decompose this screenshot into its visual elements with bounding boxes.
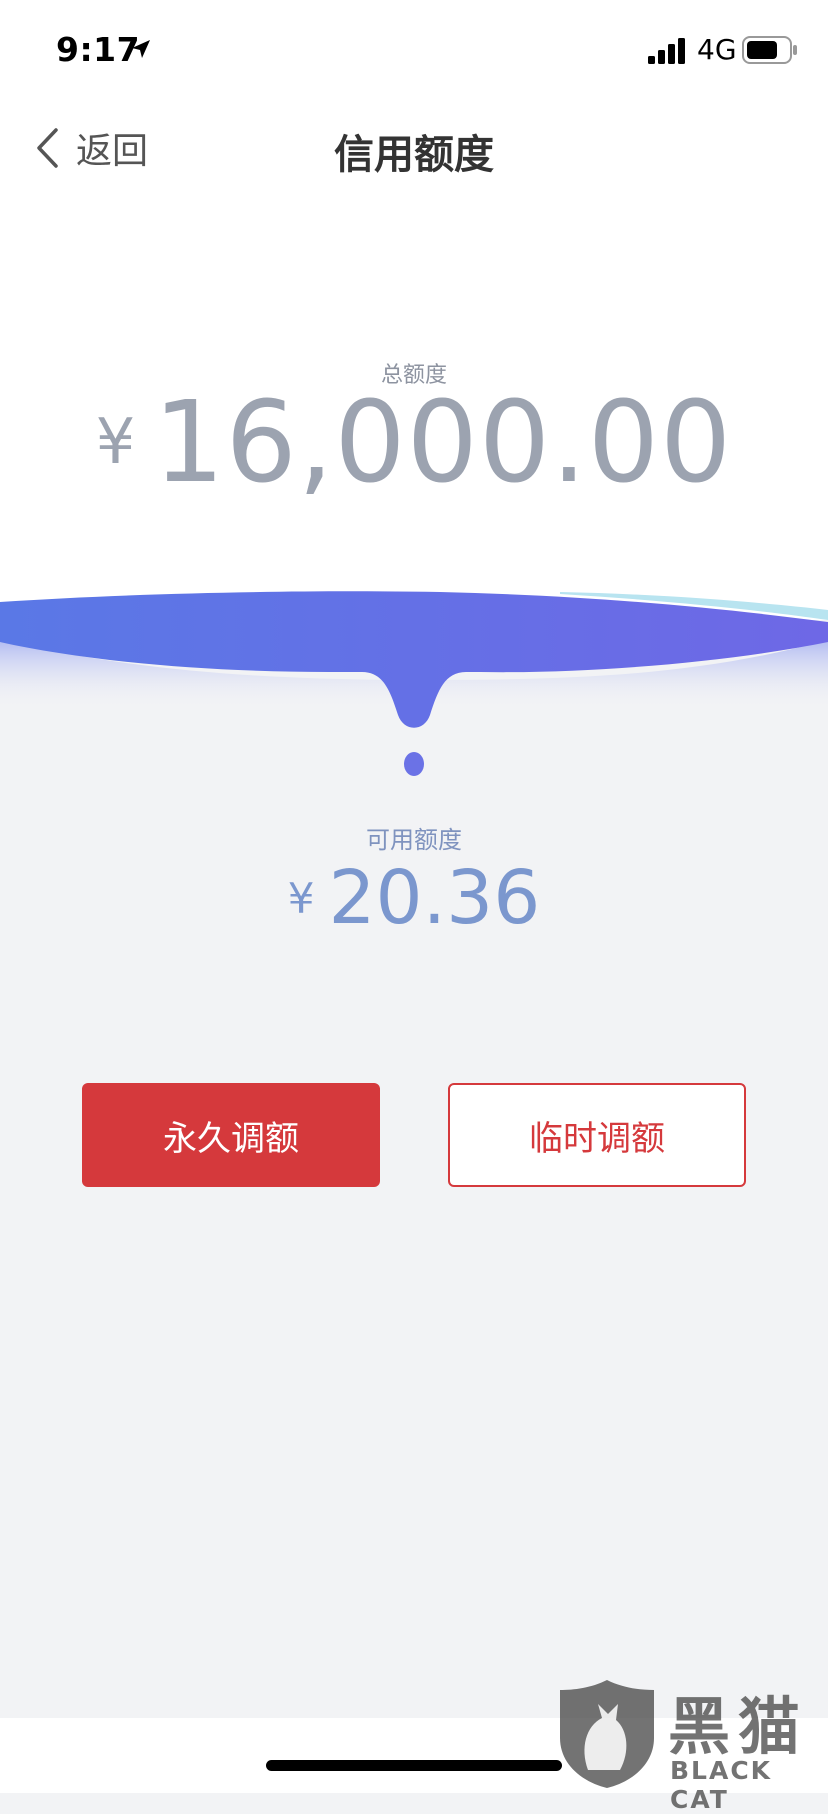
- watermark-english-text: BLACK CAT: [670, 1756, 773, 1814]
- battery-icon: [742, 36, 797, 64]
- total-limit-value: 16,000.00: [153, 378, 733, 508]
- available-limit-label: 可用额度: [366, 826, 462, 854]
- navigation-bar: 返回 信用额度: [0, 100, 828, 196]
- black-cat-watermark: 黑猫 BLACK CAT: [556, 1676, 828, 1814]
- signal-bars-icon: [648, 38, 685, 64]
- total-currency-symbol: ¥: [95, 405, 136, 478]
- available-limit-amount: ¥20.36: [0, 855, 828, 941]
- page-title: 信用额度: [334, 132, 494, 178]
- network-type: 4G: [697, 33, 737, 66]
- available-limit-value: 20.36: [328, 855, 541, 941]
- available-currency-symbol: ¥: [287, 874, 315, 923]
- permanent-adjust-button[interactable]: 永久调额: [82, 1083, 380, 1187]
- status-bar: 9:17 4G: [0, 0, 828, 100]
- cat-shield-logo-icon: [560, 1680, 654, 1788]
- watermark-chinese-text: 黑猫: [668, 1690, 809, 1763]
- temporary-adjust-button[interactable]: 临时调额: [448, 1083, 746, 1187]
- location-arrow-icon: [132, 40, 150, 58]
- home-indicator[interactable]: [266, 1760, 562, 1771]
- total-limit-amount: ¥16,000.00: [0, 378, 828, 508]
- status-time: 9:17: [56, 30, 141, 69]
- credit-wave-graphic: [0, 591, 828, 776]
